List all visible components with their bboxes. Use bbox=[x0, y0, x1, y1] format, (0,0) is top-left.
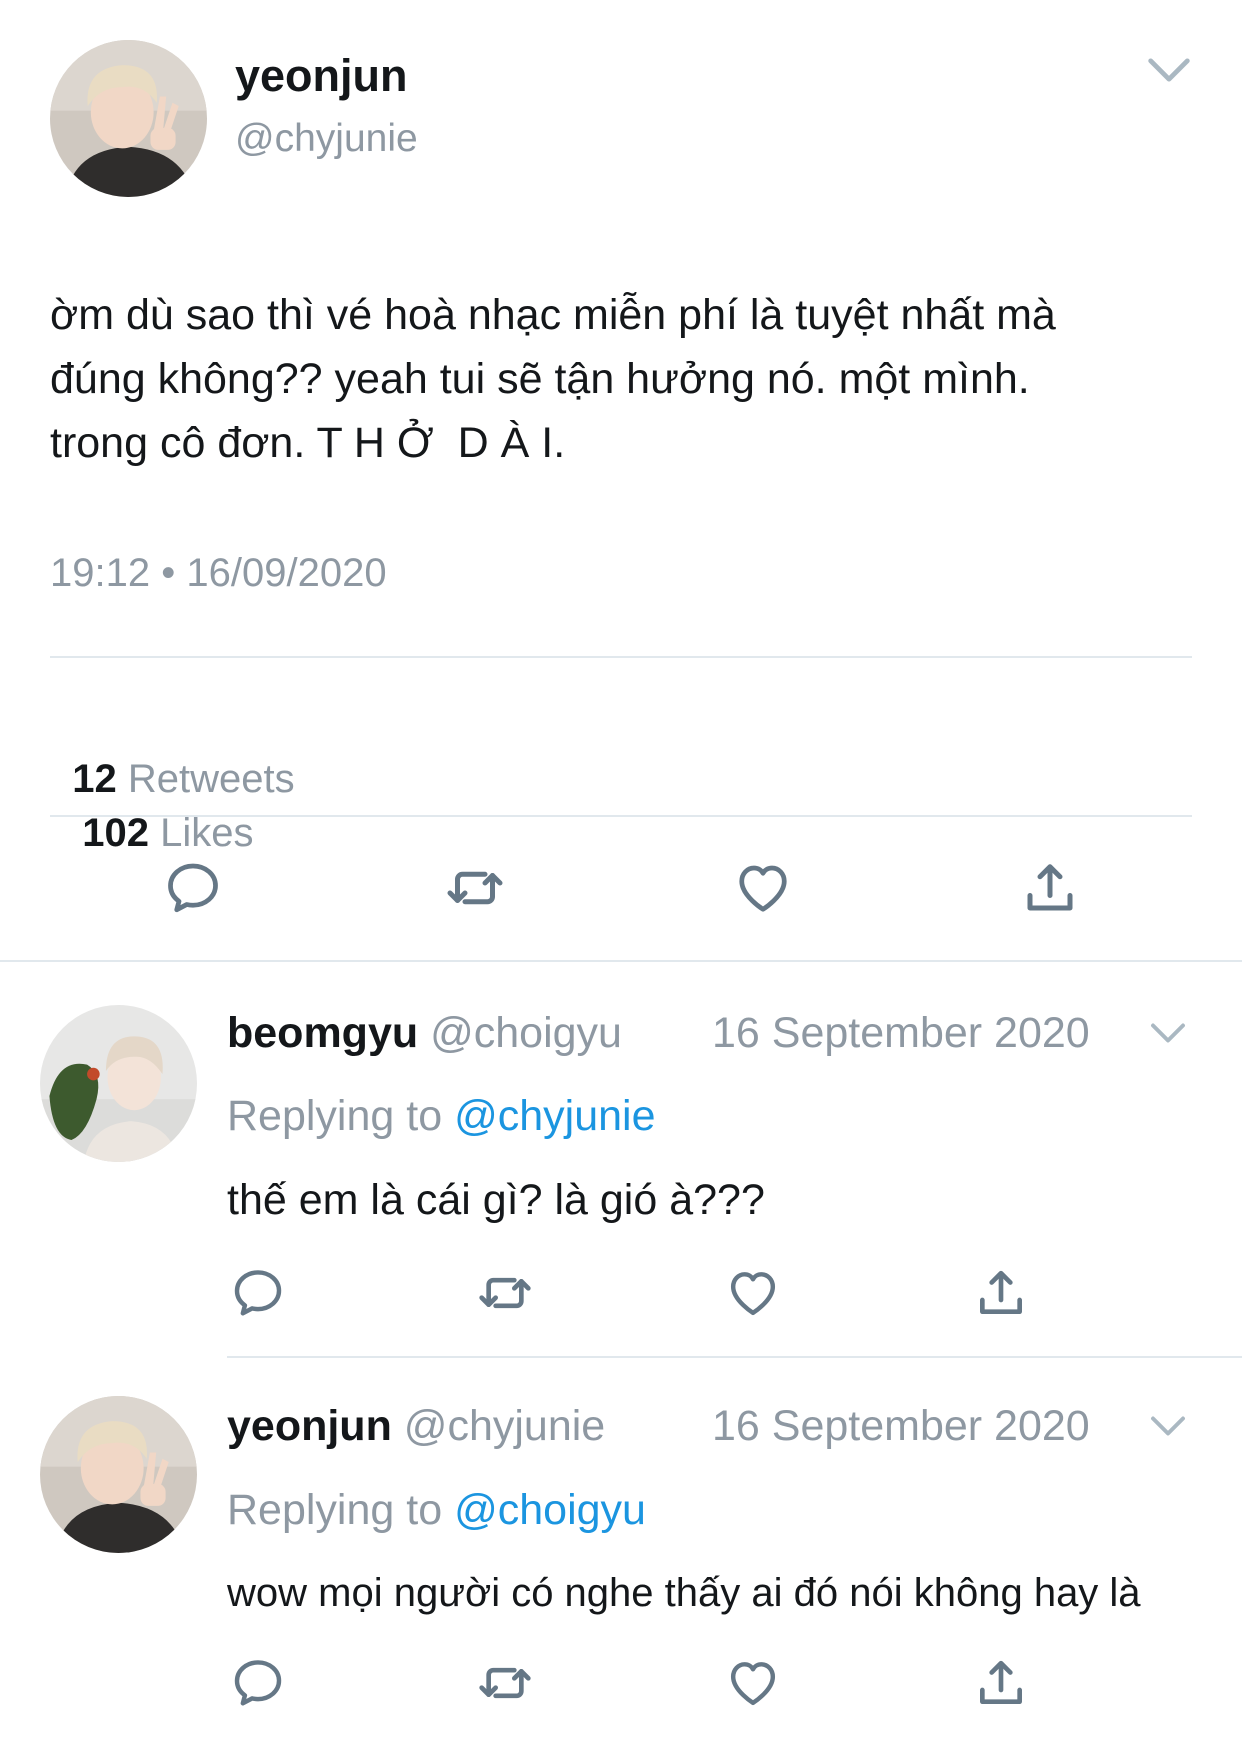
replying-label: Replying to bbox=[227, 1092, 443, 1140]
share-icon[interactable] bbox=[973, 1265, 1029, 1321]
avatar-main[interactable] bbox=[50, 40, 207, 197]
tweet-text-line: trong cô đơn. T H Ở D À I. bbox=[50, 419, 566, 467]
reply-date[interactable]: 16 September 2020 bbox=[712, 1005, 1090, 1061]
replying-label: Replying to bbox=[227, 1486, 443, 1534]
reply-date[interactable]: 16 September 2020 bbox=[712, 1398, 1090, 1454]
retweet-icon[interactable] bbox=[477, 1265, 533, 1321]
reply-display-name[interactable]: beomgyu bbox=[227, 1009, 418, 1057]
retweets-stat[interactable]: 12 Retweets bbox=[72, 757, 294, 801]
avatar-reply-2[interactable] bbox=[40, 1396, 197, 1553]
tweet-timestamp[interactable]: 19:12 • 16/09/2020 bbox=[50, 546, 387, 600]
retweet-icon[interactable] bbox=[445, 858, 505, 918]
chevron-down-icon[interactable] bbox=[1147, 55, 1191, 85]
share-icon[interactable] bbox=[973, 1655, 1029, 1711]
tweet-text-line: ờm dù sao thì vé hoà nhạc miễn phí là tu… bbox=[50, 291, 1056, 339]
main-display-name[interactable]: yeonjun bbox=[235, 48, 408, 104]
avatar-reply-1[interactable] bbox=[40, 1005, 197, 1162]
reply-icon[interactable] bbox=[230, 1265, 286, 1321]
replying-mention-link[interactable]: @chyjunie bbox=[454, 1092, 655, 1140]
timestamp-separator: • bbox=[161, 551, 176, 595]
like-icon[interactable] bbox=[733, 858, 793, 918]
like-icon[interactable] bbox=[725, 1655, 781, 1711]
reply-divider bbox=[227, 1356, 1242, 1358]
engagement-stats: 12 Retweets 102 Likes bbox=[50, 698, 294, 860]
retweets-count: 12 bbox=[72, 757, 117, 801]
likes-label: Likes bbox=[160, 811, 254, 855]
reply-header: yeonjun @chyjunie bbox=[227, 1398, 605, 1454]
main-handle[interactable]: @chyjunie bbox=[235, 114, 418, 164]
retweets-label: Retweets bbox=[127, 757, 295, 801]
section-divider bbox=[0, 960, 1242, 962]
replying-to: Replying to @choigyu bbox=[227, 1482, 646, 1538]
tweet-time: 19:12 bbox=[50, 551, 151, 595]
tweet-date: 16/09/2020 bbox=[186, 551, 387, 595]
chevron-down-icon[interactable] bbox=[1150, 1413, 1186, 1439]
reply-handle[interactable]: @choigyu bbox=[430, 1009, 622, 1057]
reply-icon[interactable] bbox=[230, 1655, 286, 1711]
reply-text: wow mọi người có nghe thấy ai đó nói khô… bbox=[227, 1571, 1141, 1615]
retweet-icon[interactable] bbox=[477, 1655, 533, 1711]
reply-display-name[interactable]: yeonjun bbox=[227, 1402, 392, 1450]
likes-count: 102 bbox=[82, 811, 149, 855]
reply-icon[interactable] bbox=[163, 858, 223, 918]
divider bbox=[50, 815, 1192, 817]
tweet-text-line: đúng không?? yeah tui sẽ tận hưởng nó. m… bbox=[50, 355, 1030, 403]
tweet-text: ờm dù sao thì vé hoà nhạc miễn phí là tu… bbox=[50, 283, 1210, 475]
divider bbox=[50, 656, 1192, 658]
chevron-down-icon[interactable] bbox=[1150, 1020, 1186, 1046]
reply-handle[interactable]: @chyjunie bbox=[404, 1402, 605, 1450]
likes-stat[interactable]: 102 Likes bbox=[82, 811, 253, 855]
replying-mention-link[interactable]: @choigyu bbox=[454, 1486, 646, 1534]
share-icon[interactable] bbox=[1020, 858, 1080, 918]
replying-to: Replying to @chyjunie bbox=[227, 1088, 656, 1144]
like-icon[interactable] bbox=[725, 1265, 781, 1321]
reply-header: beomgyu @choigyu bbox=[227, 1005, 622, 1061]
reply-text: thế em là cái gì? là gió à??? bbox=[227, 1176, 765, 1224]
